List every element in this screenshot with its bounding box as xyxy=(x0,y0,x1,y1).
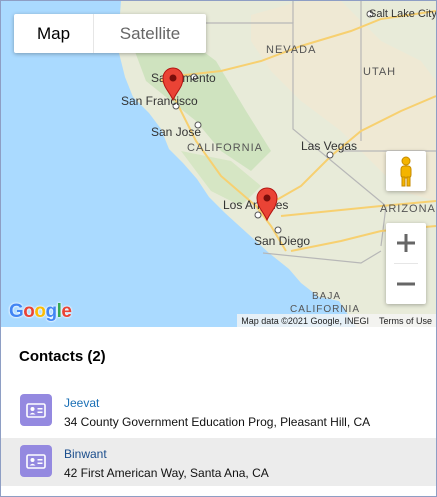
map-type-toggle: Map Satellite xyxy=(14,14,206,53)
label-las-vegas: Las Vegas xyxy=(301,139,357,153)
google-logo[interactable]: Google xyxy=(9,301,72,323)
label-arizona: ARIZONA xyxy=(380,203,436,215)
label-utah: UTAH xyxy=(363,66,396,78)
contact-row-jeevat[interactable]: Jeevat 34 County Government Education Pr… xyxy=(1,387,436,435)
terms-of-use-link[interactable]: Terms of Use xyxy=(379,316,432,326)
label-los-angeles: Los Angeles xyxy=(223,198,288,212)
label-baja: BAJA xyxy=(312,291,341,302)
zoom-in-button[interactable] xyxy=(386,223,426,263)
contact-card-icon xyxy=(20,445,52,477)
map-type-map-button[interactable]: Map xyxy=(14,14,94,53)
map-data-text: Map data ©2021 Google, INEGI xyxy=(241,315,369,326)
contact-name[interactable]: Jeevat xyxy=(64,396,99,410)
plus-icon xyxy=(397,234,415,252)
city-dot-la xyxy=(254,211,262,219)
map-type-satellite-button[interactable]: Satellite xyxy=(94,14,206,53)
map-attribution: Map data ©2021 Google, INEGI Terms of Us… xyxy=(237,314,436,327)
label-san-jose: San Jose xyxy=(151,125,201,139)
city-dot-sd xyxy=(274,226,282,234)
contacts-list: Contacts (2) Jeevat 34 County Government… xyxy=(1,327,436,496)
label-san-francisco: San Francisco xyxy=(121,94,198,108)
label-nevada: NEVADA xyxy=(266,44,316,56)
zoom-out-button[interactable] xyxy=(386,264,426,304)
contact-name[interactable]: Binwant xyxy=(64,447,107,461)
contacts-map-panel: Salt Lake City NEVADA UTAH Sacramento Sa… xyxy=(0,0,437,497)
contact-address: 42 First American Way, Santa Ana, CA xyxy=(64,466,269,480)
contact-card-icon xyxy=(20,394,52,426)
contact-address: 34 County Government Education Prog, Ple… xyxy=(64,415,371,429)
label-san-diego: San Diego xyxy=(254,234,310,248)
minus-icon xyxy=(397,282,415,286)
contact-row-binwant[interactable]: Binwant 42 First American Way, Santa Ana… xyxy=(1,438,436,486)
street-view-pegman-button[interactable] xyxy=(386,151,426,191)
label-salt-lake-city: Salt Lake City xyxy=(369,8,436,20)
label-sacramento: Sacramento xyxy=(151,71,216,85)
label-california: CALIFORNIA xyxy=(187,142,263,154)
zoom-controls xyxy=(386,223,426,304)
map-view[interactable]: Salt Lake City NEVADA UTAH Sacramento Sa… xyxy=(1,1,436,327)
contacts-title: Contacts (2) xyxy=(19,348,106,365)
pegman-icon xyxy=(400,156,412,187)
